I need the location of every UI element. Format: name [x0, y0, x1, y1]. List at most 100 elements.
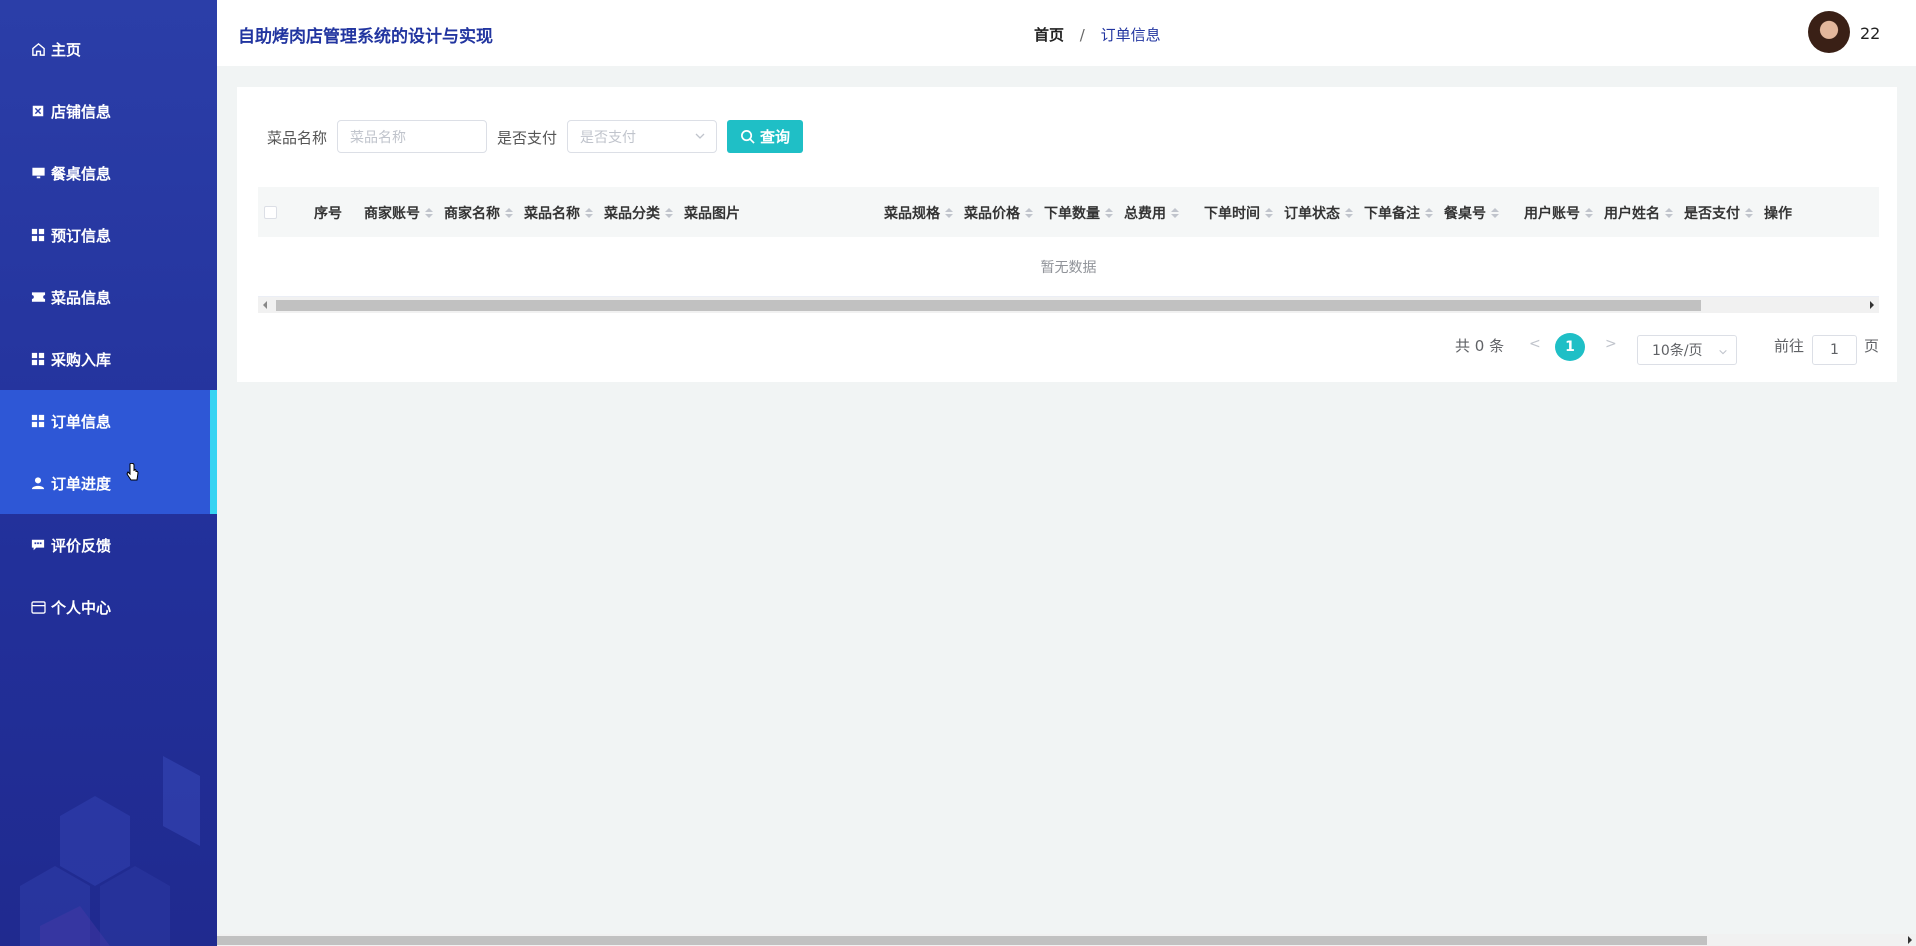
sidebar-item-tables[interactable]: 餐桌信息 [0, 142, 217, 204]
column-header: 操作 [1764, 206, 1792, 222]
breadcrumb-home[interactable]: 首页 [1034, 26, 1064, 44]
scroll-right-icon[interactable] [1870, 301, 1874, 309]
select-all-checkbox[interactable] [264, 206, 277, 219]
column-header[interactable]: 用户姓名 [1604, 203, 1673, 223]
page-horizontal-scrollbar[interactable] [217, 934, 1916, 946]
dish-name-label: 菜品名称 [267, 129, 328, 147]
column-header[interactable]: 下单数量 [1044, 203, 1113, 223]
sort-icon [1665, 208, 1673, 218]
sort-icon [1345, 208, 1353, 218]
grid-icon [30, 413, 46, 429]
sidebar-item-purchase[interactable]: 采购入库 [0, 328, 217, 390]
sort-icon [1105, 208, 1113, 218]
chevron-down-icon [1718, 345, 1728, 361]
sidebar-item-label: 主页 [51, 40, 82, 59]
pagination-total: 共 0 条 [1455, 337, 1505, 355]
sidebar-item-label: 餐桌信息 [51, 164, 112, 183]
column-header: 菜品图片 [684, 206, 740, 222]
orders-table: 序号 商家账号 商家名称 菜品名称 菜品分类 菜品图片 菜品规格 菜品价格 下单… [258, 187, 1879, 313]
column-header[interactable]: 下单时间 [1204, 203, 1273, 223]
dish-name-input[interactable]: 菜品名称 [337, 120, 487, 153]
query-button[interactable]: 查询 [727, 120, 803, 153]
sidebar: 主页 店铺信息 餐桌信息 预订信息 菜品信息 采购入库 订单信息 订单进度 评价… [0, 0, 217, 946]
monitor-icon [30, 165, 46, 181]
decorative-cubes [20, 756, 200, 946]
next-page-button[interactable]: > [1605, 336, 1617, 352]
page-size-value: 10条/页 [1652, 343, 1703, 359]
app-title: 自助烤肉店管理系统的设计与实现 [238, 27, 493, 47]
column-header: 序号 [314, 206, 342, 222]
scrollbar-thumb[interactable] [217, 936, 1707, 945]
prev-page-button[interactable]: < [1529, 336, 1541, 352]
sidebar-item-label: 订单信息 [51, 412, 112, 431]
column-header[interactable]: 菜品名称 [524, 203, 593, 223]
column-header[interactable]: 总费用 [1124, 203, 1179, 223]
comment-icon [30, 537, 46, 553]
sidebar-item-feedback[interactable]: 评价反馈 [0, 514, 217, 576]
sidebar-item-order-progress[interactable]: 订单进度 [0, 452, 217, 514]
breadcrumb-current: 订单信息 [1100, 26, 1161, 44]
current-page-button[interactable]: 1 [1555, 333, 1585, 361]
dish-name-placeholder: 菜品名称 [350, 129, 406, 146]
column-header[interactable]: 订单状态 [1284, 203, 1353, 223]
sidebar-item-profile[interactable]: 个人中心 [0, 576, 217, 638]
sidebar-item-label: 采购入库 [51, 350, 112, 369]
column-header[interactable]: 菜品规格 [884, 203, 953, 223]
grid-icon [30, 351, 46, 367]
scroll-right-icon[interactable] [1908, 936, 1912, 944]
sidebar-item-label: 个人中心 [51, 598, 112, 617]
search-icon [741, 130, 755, 144]
table-horizontal-scrollbar[interactable] [258, 297, 1879, 313]
sidebar-item-label: 店铺信息 [51, 102, 112, 121]
user-icon [30, 475, 46, 491]
paid-status-select[interactable]: 是否支付 [567, 120, 717, 153]
sort-icon [1425, 208, 1433, 218]
scrollbar-thumb[interactable] [276, 300, 1701, 311]
ticket-icon [30, 289, 46, 305]
column-header[interactable]: 是否支付 [1684, 203, 1753, 223]
sidebar-item-orders[interactable]: 订单信息 [0, 390, 217, 452]
goto-label: 前往 [1774, 337, 1805, 355]
sidebar-item-label: 菜品信息 [51, 288, 112, 307]
sort-icon [1491, 208, 1499, 218]
sort-icon [505, 208, 513, 218]
home-icon [30, 41, 46, 57]
sort-icon [1025, 208, 1033, 218]
sort-icon [1171, 208, 1179, 218]
order-list-card: 菜品名称 菜品名称 是否支付 是否支付 查询 序号 商家账号 商家名称 菜品名称… [237, 87, 1897, 382]
top-header: 自助烤肉店管理系统的设计与实现 首页 / 订单信息 22 [217, 0, 1916, 66]
goto-page-input[interactable]: 1 [1812, 335, 1857, 365]
column-header[interactable]: 餐桌号 [1444, 203, 1499, 223]
username[interactable]: 22 [1860, 24, 1880, 43]
sidebar-item-label: 订单进度 [51, 474, 112, 493]
column-header[interactable]: 商家账号 [364, 203, 433, 223]
column-header[interactable]: 商家名称 [444, 203, 513, 223]
column-header[interactable]: 菜品价格 [964, 203, 1033, 223]
sidebar-item-store[interactable]: 店铺信息 [0, 80, 217, 142]
table-header: 序号 商家账号 商家名称 菜品名称 菜品分类 菜品图片 菜品规格 菜品价格 下单… [258, 187, 1879, 237]
sidebar-item-dishes[interactable]: 菜品信息 [0, 266, 217, 328]
sidebar-item-reservations[interactable]: 预订信息 [0, 204, 217, 266]
column-header[interactable]: 下单备注 [1364, 203, 1433, 223]
wallet-icon [30, 599, 46, 615]
sort-icon [1265, 208, 1273, 218]
query-button-label: 查询 [759, 128, 790, 146]
avatar[interactable] [1808, 11, 1850, 53]
sidebar-item-home[interactable]: 主页 [0, 18, 217, 80]
empty-state: 暂无数据 [258, 237, 1879, 297]
sort-icon [1745, 208, 1753, 218]
store-icon [30, 103, 46, 119]
sort-icon [1585, 208, 1593, 218]
column-header[interactable]: 用户账号 [1524, 203, 1593, 223]
sort-icon [425, 208, 433, 218]
page-size-select[interactable]: 10条/页 [1637, 335, 1737, 365]
chevron-down-icon [694, 130, 706, 146]
column-header[interactable]: 菜品分类 [604, 203, 673, 223]
sort-icon [665, 208, 673, 218]
scroll-left-icon[interactable] [263, 301, 267, 309]
grid-icon [30, 227, 46, 243]
sort-icon [945, 208, 953, 218]
paid-status-placeholder: 是否支付 [580, 129, 636, 146]
sidebar-item-label: 评价反馈 [51, 536, 112, 555]
sort-icon [585, 208, 593, 218]
